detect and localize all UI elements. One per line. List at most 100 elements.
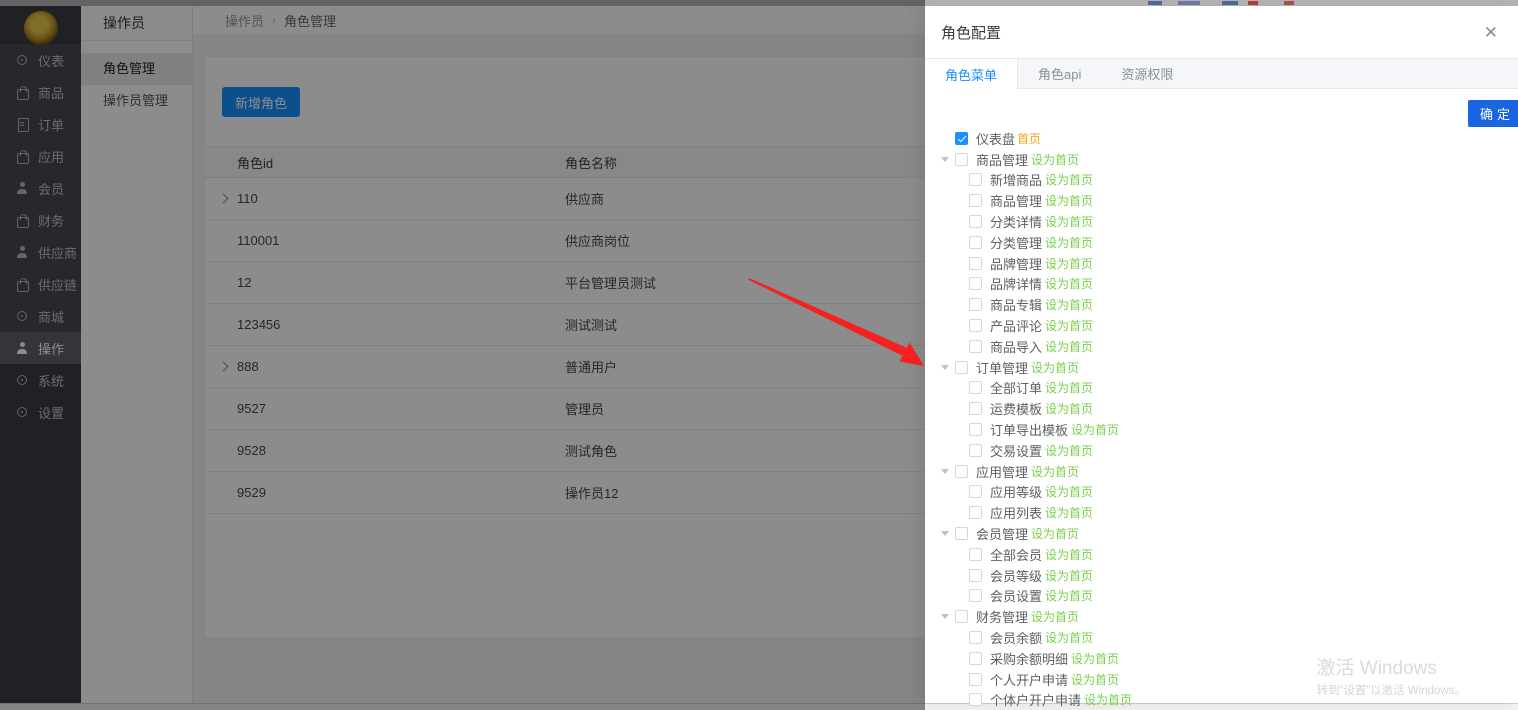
- tree-row: 全部会员 设为首页: [925, 544, 1518, 565]
- browser-edge-decoration: [1148, 1, 1162, 5]
- set-home-link[interactable]: 设为首页: [1031, 525, 1079, 542]
- tree-checkbox[interactable]: [969, 693, 982, 706]
- set-home-link[interactable]: 设为首页: [1031, 463, 1079, 480]
- set-home-link[interactable]: 设为首页: [1045, 275, 1093, 292]
- tree-node-label: 个体户开户申请: [990, 690, 1081, 709]
- tree-checkbox[interactable]: [969, 257, 982, 270]
- tree-row: 交易设置 设为首页: [925, 440, 1518, 461]
- set-home-link[interactable]: 设为首页: [1045, 567, 1093, 584]
- drawer-tab[interactable]: 角色api: [1018, 59, 1101, 88]
- browser-edge-decoration: [1284, 1, 1294, 5]
- tree-checkbox[interactable]: [969, 381, 982, 394]
- drawer-tabs: 角色菜单 角色api 资源权限: [925, 58, 1518, 89]
- tree-row: 仪表盘 首页: [925, 128, 1518, 149]
- tree-checkbox[interactable]: [969, 673, 982, 686]
- drawer-tab[interactable]: 资源权限: [1101, 59, 1193, 88]
- set-home-link[interactable]: 设为首页: [1045, 483, 1093, 500]
- set-home-link[interactable]: 设为首页: [1045, 296, 1093, 313]
- set-home-link[interactable]: 设为首页: [1045, 317, 1093, 334]
- tree-row: 品牌详情 设为首页: [925, 274, 1518, 295]
- tree-checkbox[interactable]: [969, 485, 982, 498]
- tree-checkbox[interactable]: [969, 194, 982, 207]
- confirm-button[interactable]: 确定: [1468, 100, 1518, 127]
- tree-row: 采购余额明细 设为首页: [925, 648, 1518, 669]
- tree-checkbox[interactable]: [969, 569, 982, 582]
- tree-checkbox[interactable]: [955, 153, 968, 166]
- tree-checkbox[interactable]: [969, 589, 982, 602]
- tree-node-label: 应用列表: [990, 503, 1042, 522]
- tree-row: 会员等级 设为首页: [925, 565, 1518, 586]
- tree-checkbox[interactable]: [969, 340, 982, 353]
- tree-checkbox[interactable]: [969, 631, 982, 644]
- tree-checkbox[interactable]: [969, 423, 982, 436]
- close-icon[interactable]: ✕: [1480, 22, 1502, 43]
- tree-checkbox[interactable]: [969, 444, 982, 457]
- tree-node-label: 商品专辑: [990, 295, 1042, 314]
- caret-down-icon[interactable]: [941, 614, 949, 619]
- tree-node-label: 应用等级: [990, 482, 1042, 501]
- set-home-link[interactable]: 设为首页: [1045, 400, 1093, 417]
- set-home-link[interactable]: 设为首页: [1045, 338, 1093, 355]
- set-home-link[interactable]: 设为首页: [1045, 587, 1093, 604]
- tree-checkbox[interactable]: [955, 361, 968, 374]
- browser-edge-decoration: [1222, 1, 1238, 5]
- tree-checkbox[interactable]: [969, 652, 982, 665]
- tree-node-label: 采购余额明细: [990, 649, 1068, 668]
- tree-checkbox[interactable]: [969, 236, 982, 249]
- tree-checkbox[interactable]: [955, 610, 968, 623]
- tree-checkbox[interactable]: [955, 132, 968, 145]
- set-home-link[interactable]: 设为首页: [1071, 671, 1119, 688]
- tree-node-label: 仪表盘: [976, 129, 1015, 148]
- tree-node-label: 应用管理: [976, 462, 1028, 481]
- set-home-link[interactable]: 设为首页: [1045, 442, 1093, 459]
- set-home-link[interactable]: 设为首页: [1045, 171, 1093, 188]
- tree-node-label: 商品导入: [990, 337, 1042, 356]
- tree-row: 会员设置 设为首页: [925, 586, 1518, 607]
- set-home-link[interactable]: 设为首页: [1071, 650, 1119, 667]
- tree-checkbox[interactable]: [969, 173, 982, 186]
- tree-row: 商品管理 设为首页: [925, 149, 1518, 170]
- tree-node-label: 会员余额: [990, 628, 1042, 647]
- tree-checkbox[interactable]: [969, 548, 982, 561]
- caret-down-icon[interactable]: [941, 365, 949, 370]
- set-home-link[interactable]: 设为首页: [1045, 192, 1093, 209]
- set-home-link[interactable]: 设为首页: [1045, 234, 1093, 251]
- set-home-link[interactable]: 设为首页: [1031, 608, 1079, 625]
- tree-checkbox[interactable]: [969, 215, 982, 228]
- drawer-mask[interactable]: [0, 0, 925, 710]
- tree-row: 个人开户申请 设为首页: [925, 669, 1518, 690]
- tree-checkbox[interactable]: [969, 506, 982, 519]
- caret-down-icon[interactable]: [941, 157, 949, 162]
- tree-checkbox[interactable]: [969, 277, 982, 290]
- tree-checkbox[interactable]: [955, 527, 968, 540]
- tree-checkbox[interactable]: [969, 402, 982, 415]
- set-home-link[interactable]: 设为首页: [1031, 359, 1079, 376]
- role-config-drawer: 角色配置 ✕ 角色菜单 角色api 资源权限 确定 仪表盘 首: [925, 6, 1518, 703]
- set-home-link[interactable]: 设为首页: [1071, 421, 1119, 438]
- tree-node-label: 交易设置: [990, 441, 1042, 460]
- set-home-link[interactable]: 设为首页: [1045, 629, 1093, 646]
- set-home-link[interactable]: 设为首页: [1045, 255, 1093, 272]
- tree-checkbox[interactable]: [969, 319, 982, 332]
- tree-row: 全部订单 设为首页: [925, 378, 1518, 399]
- set-home-link[interactable]: 设为首页: [1045, 379, 1093, 396]
- tree-row: 产品评论 设为首页: [925, 315, 1518, 336]
- home-tag: 首页: [1017, 130, 1041, 147]
- tree-node-label: 商品管理: [990, 191, 1042, 210]
- caret-down-icon[interactable]: [941, 531, 949, 536]
- tree-checkbox[interactable]: [969, 298, 982, 311]
- caret-down-icon[interactable]: [941, 469, 949, 474]
- drawer-title: 角色配置: [941, 22, 1480, 43]
- tree-node-label: 产品评论: [990, 316, 1042, 335]
- set-home-link[interactable]: 设为首页: [1045, 213, 1093, 230]
- set-home-link[interactable]: 设为首页: [1045, 504, 1093, 521]
- tree-node-label: 订单管理: [976, 358, 1028, 377]
- tree-node-label: 运费模板: [990, 399, 1042, 418]
- set-home-link[interactable]: 设为首页: [1084, 691, 1132, 708]
- tree-checkbox[interactable]: [955, 465, 968, 478]
- set-home-link[interactable]: 设为首页: [1031, 151, 1079, 168]
- set-home-link[interactable]: 设为首页: [1045, 546, 1093, 563]
- tree-row: 订单导出模板 设为首页: [925, 419, 1518, 440]
- drawer-tab[interactable]: 角色菜单: [925, 59, 1018, 89]
- tree-node-label: 财务管理: [976, 607, 1028, 626]
